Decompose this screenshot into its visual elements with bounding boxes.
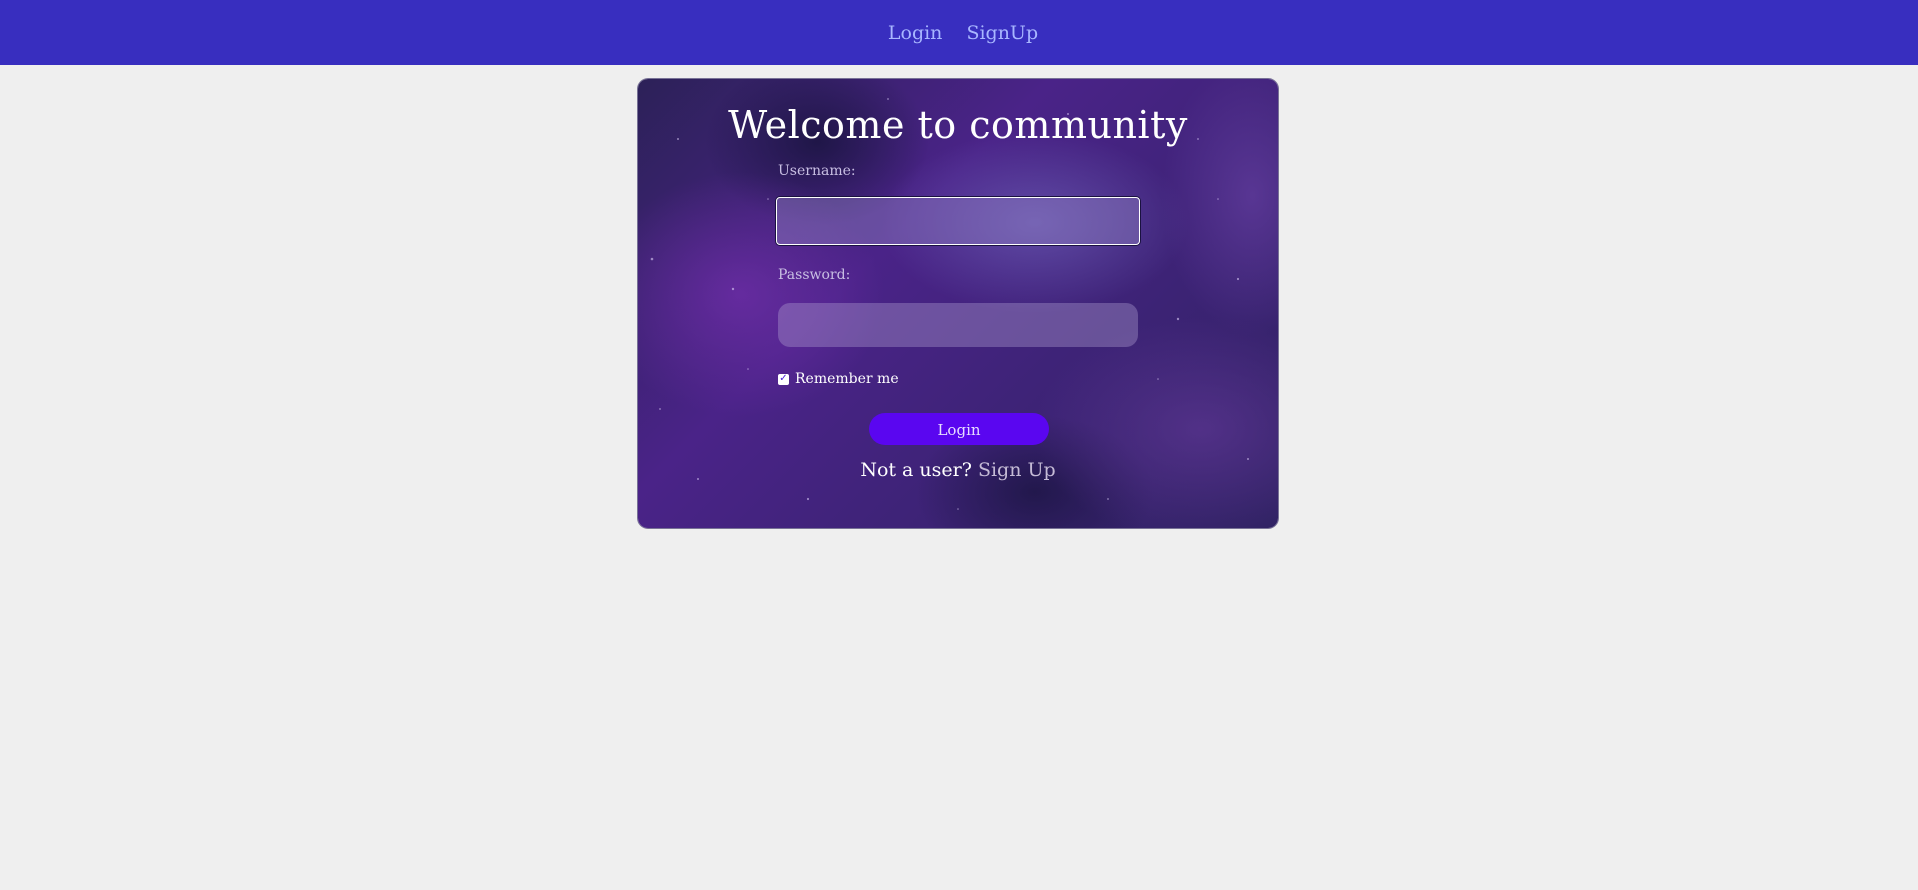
signup-prompt-line: Not a user? Sign Up	[638, 459, 1278, 481]
remember-me-checkbox[interactable]: ✓	[778, 373, 789, 385]
username-label: Username:	[778, 163, 856, 179]
page-title: Welcome to community	[728, 103, 1188, 147]
nav-login-link[interactable]: Login	[880, 22, 943, 44]
remember-me-option[interactable]: ✓ Remember me	[778, 371, 899, 387]
login-button[interactable]: Login	[869, 413, 1049, 445]
signup-link[interactable]: Sign Up	[978, 459, 1056, 481]
signup-prompt-text: Not a user?	[860, 459, 972, 481]
password-label: Password:	[778, 267, 851, 283]
nav-signup-link[interactable]: SignUp	[958, 22, 1038, 44]
username-input[interactable]	[776, 197, 1140, 245]
top-navigation-bar: Login SignUp	[0, 0, 1918, 65]
remember-me-label: Remember me	[795, 371, 899, 387]
password-input[interactable]	[778, 303, 1138, 347]
login-card: Welcome to community Username: Password:…	[638, 79, 1278, 528]
